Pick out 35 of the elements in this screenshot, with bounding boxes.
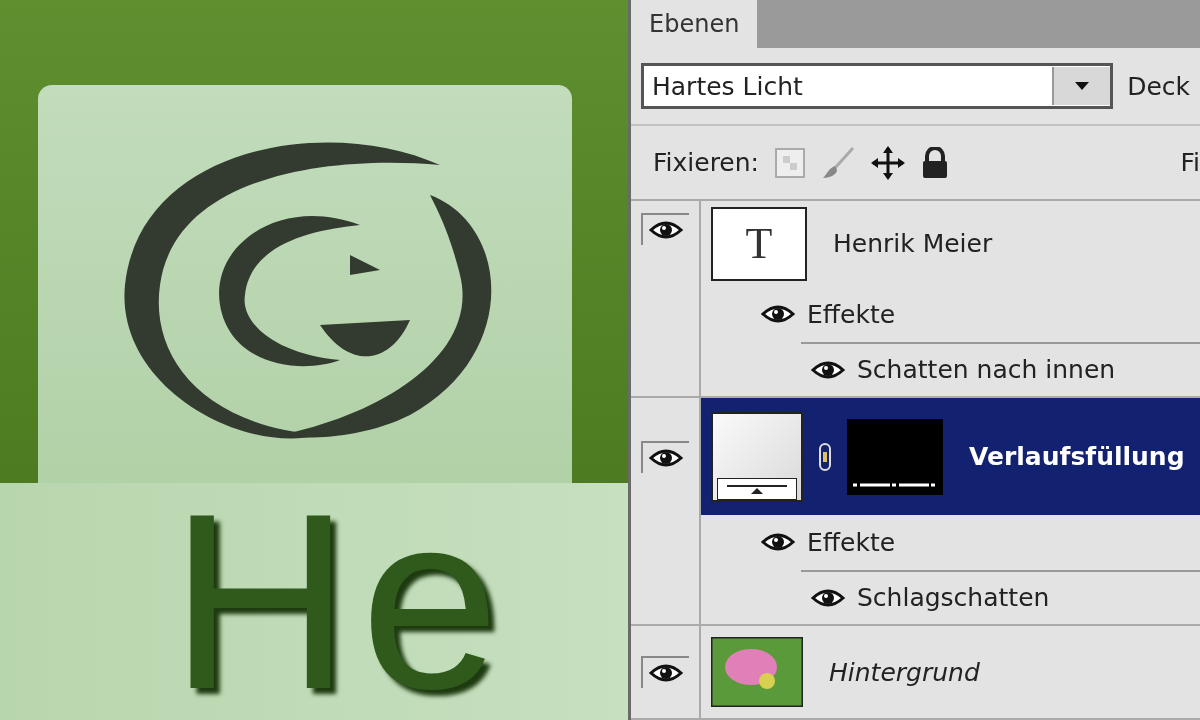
layer-name: Hintergrund bbox=[829, 657, 980, 687]
caret-icon bbox=[1075, 82, 1090, 91]
eye-icon[interactable] bbox=[811, 358, 845, 381]
opacity-label: Deck bbox=[1127, 71, 1190, 101]
panel-tab[interactable]: Ebenen bbox=[631, 0, 758, 48]
layer-name: Henrik Meier bbox=[833, 229, 993, 259]
effect-name: Schlagschatten bbox=[857, 583, 1050, 613]
dropdown-button[interactable] bbox=[1052, 67, 1111, 106]
eye-icon[interactable] bbox=[649, 219, 683, 242]
blend-mode-dropdown[interactable]: Hartes Licht bbox=[641, 63, 1114, 110]
type-glyph: T bbox=[745, 218, 773, 270]
move-icon[interactable] bbox=[871, 145, 905, 180]
canvas-text: He bbox=[170, 482, 510, 720]
effects-label: Effekte bbox=[807, 527, 896, 557]
effects-label: Effekte bbox=[807, 299, 896, 329]
lock-icon[interactable] bbox=[921, 146, 949, 179]
lock-label: Fixieren: bbox=[653, 148, 759, 178]
eye-icon[interactable] bbox=[761, 303, 795, 326]
fill-label: Fi bbox=[1180, 148, 1200, 178]
layer-row[interactable]: Verlaufsfüllung bbox=[701, 398, 1200, 515]
visibility-toggle[interactable] bbox=[641, 213, 689, 246]
brush-icon[interactable] bbox=[821, 145, 855, 180]
checkerboard-icon[interactable] bbox=[775, 147, 805, 178]
chain-link-icon bbox=[817, 441, 833, 472]
layer-row[interactable]: Hintergrund bbox=[701, 626, 1200, 718]
gradient-icon bbox=[717, 477, 797, 500]
visibility-toggle[interactable] bbox=[641, 440, 689, 473]
layer-row[interactable]: T Henrik Meier bbox=[701, 201, 1200, 287]
eye-icon[interactable] bbox=[649, 446, 683, 469]
eye-icon[interactable] bbox=[649, 662, 683, 685]
visibility-toggle[interactable] bbox=[641, 656, 689, 689]
effect-name: Schatten nach innen bbox=[857, 355, 1116, 385]
eye-icon[interactable] bbox=[811, 586, 845, 609]
layer-name: Verlaufsfüllung bbox=[969, 442, 1185, 472]
eye-icon[interactable] bbox=[761, 531, 795, 554]
